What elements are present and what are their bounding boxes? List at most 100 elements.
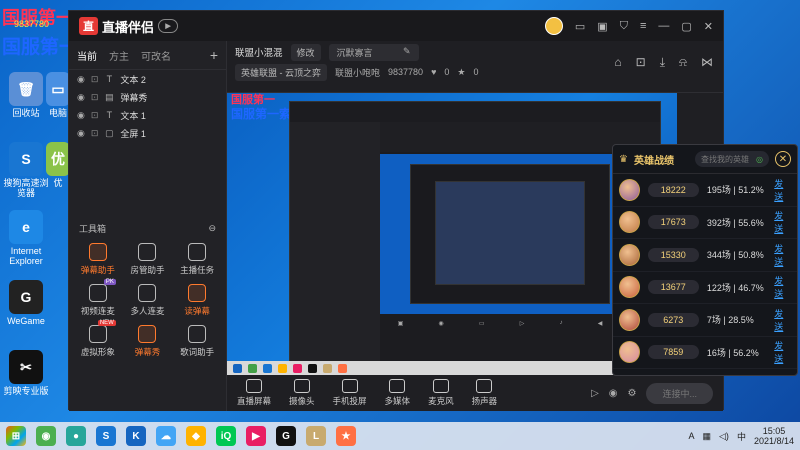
tab-rename[interactable]: 可改名 [141, 48, 171, 63]
eye-icon[interactable]: ◉ [77, 128, 85, 139]
volume-icon[interactable]: ◁) [719, 431, 729, 442]
layer-type-icon: T [106, 74, 113, 84]
category-selector[interactable]: 英雄联盟 - 云顶之弈 [235, 63, 327, 81]
layer-item[interactable]: ◉ ⊡ T 文本 2 [69, 70, 226, 88]
shirt-icon[interactable]: ⛉ [620, 20, 628, 33]
taskbar-app-icon[interactable]: ★ [336, 426, 356, 446]
eye-icon[interactable]: ◉ [77, 110, 85, 121]
hero-score: 13677 [647, 280, 699, 295]
source-button[interactable]: 直播屏幕 [237, 379, 271, 407]
taskbar-app-icon[interactable]: ◆ [186, 426, 206, 446]
source-button[interactable]: 摄像头 [289, 379, 315, 407]
tool-button[interactable]: 弹幕助手 [73, 243, 123, 276]
taskbar-app-icon[interactable]: L [306, 426, 326, 446]
tool-button[interactable]: 歌词助手 [172, 325, 222, 358]
lock-icon[interactable]: ⊡ [91, 128, 99, 139]
maximize-icon[interactable]: ▢ [681, 20, 691, 33]
add-scene-icon[interactable]: + [210, 47, 218, 63]
gift-icon[interactable]: ⌂ [614, 55, 621, 70]
send-link[interactable]: 发送 [774, 177, 791, 203]
settings-icon[interactable]: ⚙ [628, 388, 637, 399]
lock-icon[interactable]: ⊡ [636, 55, 646, 70]
fans-count: 0 [473, 67, 479, 77]
tool-button[interactable]: 主播任务 [172, 243, 222, 276]
close-icon[interactable]: ✕ [775, 151, 791, 167]
screen-icon[interactable]: ▣ [597, 20, 607, 33]
tool-button[interactable]: PK 视频连麦 [73, 279, 123, 317]
taskbar-app-icon[interactable]: iQ [216, 426, 236, 446]
tool-icon [138, 243, 157, 261]
source-button[interactable]: 麦克风 [428, 379, 454, 407]
layer-item[interactable]: ◉ ⊡ ▤ 弹幕秀 [69, 88, 226, 106]
hero-row: 17673 392场 | 55.6% 发送 [613, 207, 797, 239]
tool-label: 弹幕秀 [134, 347, 161, 357]
tool-button[interactable]: 弹幕秀 [123, 325, 173, 358]
edit-room-button[interactable]: 修改 [290, 43, 321, 61]
tool-button[interactable]: 读弹幕 [172, 284, 222, 317]
taskbar-app-icon[interactable]: ☁ [156, 426, 176, 446]
tool-button[interactable]: 多人连麦 [123, 284, 173, 317]
tab-second[interactable]: 方主 [109, 48, 129, 63]
share-icon[interactable]: ⋈ [701, 55, 713, 70]
source-button[interactable]: 手机投屏 [333, 379, 367, 407]
taskbar-app-icon[interactable]: ▶ [246, 426, 266, 446]
send-link[interactable]: 发送 [774, 242, 791, 268]
eye-icon[interactable]: ◉ [77, 92, 85, 103]
start-menu-icon[interactable]: ⊞ [6, 426, 26, 446]
hero-score: 6273 [647, 312, 699, 327]
source-icon [293, 379, 310, 393]
download-icon[interactable]: ⤓ [660, 55, 665, 70]
desktop-app-icon: S [9, 142, 43, 176]
source-icon [341, 379, 358, 393]
taskbar-app-icon[interactable]: ● [66, 426, 86, 446]
clock[interactable]: 15:05 2021/8/14 [754, 426, 794, 447]
layer-item[interactable]: ◉ ⊡ ▢ 全屏 1 [69, 124, 226, 142]
ime-icon[interactable]: A [688, 431, 694, 441]
start-live-button[interactable]: 连接中... [646, 382, 713, 404]
lang-icon[interactable]: 中 [737, 430, 746, 443]
send-link[interactable]: 发送 [774, 274, 791, 300]
close-icon[interactable]: ✕ [704, 20, 713, 33]
hero-search-input[interactable]: 查找我的英雄 ◎ [695, 151, 769, 167]
room-notice-input[interactable]: 沉默寡言 ✎ [328, 43, 419, 61]
collapse-icon[interactable]: ⊖ [208, 223, 216, 234]
play-icon[interactable]: ▶ [158, 19, 179, 33]
desktop-icon[interactable]: G WeGame [0, 280, 52, 326]
network-icon[interactable]: ▦ [703, 431, 712, 442]
tab-current[interactable]: 当前 [77, 48, 97, 63]
hero-record: 122场 | 46.7% [706, 282, 764, 293]
desktop-app-icon: ✂ [9, 350, 43, 384]
taskbar-app-icon[interactable]: G [276, 426, 296, 446]
stream-preview[interactable]: 国服第一 国服第一索拉卡 ▣ ◉ ▭ ▷ ♪ ◀ [227, 93, 677, 375]
lock-icon[interactable]: ⊡ [91, 92, 99, 103]
taskbar-app-icon[interactable]: K [126, 426, 146, 446]
layer-item[interactable]: ◉ ⊡ T 文本 1 [69, 106, 226, 124]
desktop-app-icon: 优 [46, 142, 70, 176]
eye-icon[interactable]: ◉ [77, 74, 85, 85]
desktop-icon[interactable]: ✂ 剪映专业版 [0, 350, 52, 396]
desktop-icon[interactable]: e Internet Explorer [0, 210, 52, 267]
play-preview-icon[interactable]: ▷ [591, 388, 599, 399]
source-button[interactable]: 扬声器 [472, 379, 497, 407]
message-icon[interactable]: ▭ [575, 20, 585, 33]
eye-icon[interactable]: ◉ [609, 388, 618, 399]
source-button[interactable]: 多媒体 [385, 379, 410, 407]
desktop-app-icon: ▭ [46, 72, 70, 106]
send-link[interactable]: 发送 [774, 339, 791, 365]
bell-icon[interactable]: ⍾ [679, 55, 687, 70]
send-link[interactable]: 发送 [774, 307, 791, 333]
minimize-icon[interactable]: — [658, 20, 669, 32]
lock-icon[interactable]: ⊡ [91, 74, 99, 85]
send-link[interactable]: 发送 [774, 209, 791, 235]
hero-panel-title: 英雄战绩 [633, 155, 674, 167]
user-avatar[interactable] [544, 17, 563, 35]
hero-record: 344场 | 50.8% [706, 250, 764, 261]
taskbar-app-icon[interactable]: S [96, 426, 116, 446]
taskbar-app-icon[interactable]: ◉ [36, 426, 56, 446]
tool-button[interactable]: NEW 虚拟形象 [73, 320, 123, 358]
lock-icon[interactable]: ⊡ [91, 110, 99, 121]
pencil-icon: ✎ [402, 45, 411, 56]
tool-button[interactable]: 房管助手 [123, 243, 173, 276]
menu-icon[interactable]: ≡ [640, 20, 646, 32]
layer-name: 文本 2 [120, 74, 146, 85]
